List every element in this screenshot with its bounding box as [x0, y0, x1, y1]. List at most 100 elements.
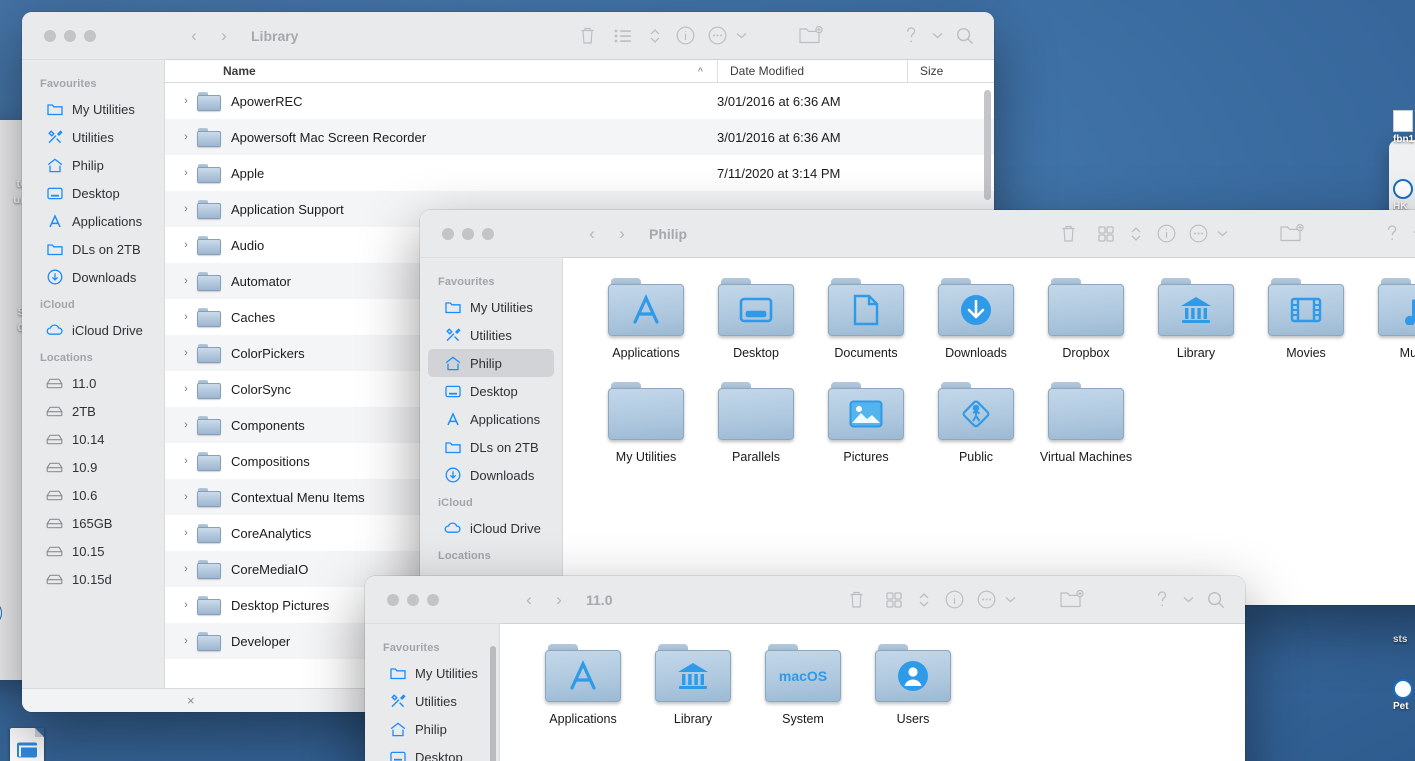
- disclosure-triangle-icon[interactable]: ›: [175, 635, 197, 647]
- folder-item[interactable]: Movies: [1251, 278, 1361, 360]
- folder-item[interactable]: Documents: [811, 278, 921, 360]
- folder-item[interactable]: Library: [638, 644, 748, 726]
- sidebar-item-disk-10-14[interactable]: 10.14: [30, 425, 156, 453]
- icon-view-icon[interactable]: [875, 592, 913, 608]
- disclosure-triangle-icon[interactable]: ›: [175, 563, 197, 575]
- desktop-mail-document[interactable]: [4, 728, 50, 761]
- back-button[interactable]: ‹: [577, 224, 607, 244]
- disclosure-triangle-icon[interactable]: ›: [175, 599, 197, 611]
- actions-chevron-down-icon[interactable]: [730, 32, 752, 39]
- forward-button[interactable]: ›: [209, 26, 239, 46]
- sidebar-item-disk-2tb[interactable]: 2TB: [30, 397, 156, 425]
- disclosure-triangle-icon[interactable]: ›: [175, 95, 197, 107]
- sidebar-item-utilities[interactable]: Utilities: [30, 123, 156, 151]
- folder-item[interactable]: Virtual Machines: [1031, 382, 1141, 464]
- trash-icon[interactable]: [837, 590, 875, 609]
- disclosure-triangle-icon[interactable]: ›: [175, 239, 197, 251]
- help-chevron-down-icon[interactable]: [1175, 596, 1201, 603]
- folder-item[interactable]: Public: [921, 382, 1031, 464]
- sidebar-item-utilities[interactable]: Utilities: [373, 687, 491, 715]
- folder-item[interactable]: Music: [1361, 278, 1415, 360]
- sidebar-item-desktop[interactable]: Desktop: [428, 377, 554, 405]
- search-icon[interactable]: [950, 27, 980, 45]
- folder-item[interactable]: Dropbox: [1031, 278, 1141, 360]
- disclosure-triangle-icon[interactable]: ›: [175, 455, 197, 467]
- minimize-button[interactable]: [407, 594, 419, 606]
- folder-item[interactable]: Downloads: [921, 278, 1031, 360]
- folder-item[interactable]: Desktop: [701, 278, 811, 360]
- help-chevron-down-icon[interactable]: [924, 32, 950, 39]
- sidebar-item-applications[interactable]: Applications: [428, 405, 554, 433]
- actions-chevron-down-icon[interactable]: [999, 596, 1021, 603]
- forward-button[interactable]: ›: [544, 590, 574, 610]
- disclosure-triangle-icon[interactable]: ›: [175, 275, 197, 287]
- help-chevron-down-icon[interactable]: [1405, 230, 1415, 237]
- close-button[interactable]: [387, 594, 399, 606]
- close-icon[interactable]: ×: [187, 693, 195, 708]
- disclosure-triangle-icon[interactable]: ›: [175, 131, 197, 143]
- disclosure-triangle-icon[interactable]: ›: [175, 167, 197, 179]
- disclosure-triangle-icon[interactable]: ›: [175, 203, 197, 215]
- search-icon[interactable]: [1201, 591, 1231, 609]
- folder-item[interactable]: Applications: [591, 278, 701, 360]
- sort-icon[interactable]: [644, 27, 666, 45]
- sidebar-item-philip[interactable]: Philip: [30, 151, 156, 179]
- zoom-button[interactable]: [84, 30, 96, 42]
- table-row[interactable]: ›Apowersoft Mac Screen Recorder3/01/2016…: [165, 119, 994, 155]
- sidebar-item-downloads[interactable]: Downloads: [428, 461, 554, 489]
- desktop-item[interactable]: Pet: [1393, 679, 1415, 712]
- disclosure-triangle-icon[interactable]: ›: [175, 311, 197, 323]
- column-header-size[interactable]: Size: [907, 60, 994, 82]
- sidebar-item-disk-10-15[interactable]: 10.15: [30, 537, 156, 565]
- close-button[interactable]: [44, 30, 56, 42]
- folder-item[interactable]: Library: [1141, 278, 1251, 360]
- trash-icon[interactable]: [568, 26, 606, 45]
- new-folder-icon[interactable]: [1055, 590, 1089, 609]
- column-header-name[interactable]: Name ^: [165, 60, 717, 82]
- info-icon[interactable]: [666, 26, 704, 45]
- folder-item[interactable]: Users: [858, 644, 968, 726]
- table-row[interactable]: ›Apple7/11/2020 at 3:14 PM: [165, 155, 994, 191]
- actions-icon[interactable]: [973, 590, 999, 609]
- disclosure-triangle-icon[interactable]: ›: [175, 527, 197, 539]
- sidebar-item-dls-on-2tb[interactable]: DLs on 2TB: [30, 235, 156, 263]
- minimize-button[interactable]: [462, 228, 474, 240]
- back-button[interactable]: ‹: [179, 26, 209, 46]
- table-row[interactable]: ›ApowerREC3/01/2016 at 6:36 AM: [165, 83, 994, 119]
- desktop-item[interactable]: sts: [1393, 634, 1415, 645]
- sidebar-item-philip[interactable]: Philip: [428, 349, 554, 377]
- folder-item[interactable]: Applications: [528, 644, 638, 726]
- sidebar-item-philip[interactable]: Philip: [373, 715, 491, 743]
- zoom-button[interactable]: [482, 228, 494, 240]
- vertical-scrollbar[interactable]: [984, 90, 991, 200]
- actions-chevron-down-icon[interactable]: [1211, 230, 1233, 237]
- sidebar-item-my-utilities[interactable]: My Utilities: [428, 293, 554, 321]
- disclosure-triangle-icon[interactable]: ›: [175, 491, 197, 503]
- sidebar-item-icloud-drive[interactable]: iCloud Drive: [428, 514, 554, 542]
- sidebar-item-disk-10-15d[interactable]: 10.15d: [30, 565, 156, 593]
- sidebar-item-dls-on-2tb[interactable]: DLs on 2TB: [428, 433, 554, 461]
- column-header-date-modified[interactable]: Date Modified: [717, 60, 907, 82]
- sidebar-item-desktop[interactable]: Desktop: [30, 179, 156, 207]
- new-folder-icon[interactable]: [794, 26, 828, 45]
- list-view-icon[interactable]: [606, 29, 644, 43]
- trash-icon[interactable]: [1049, 224, 1087, 243]
- disclosure-triangle-icon[interactable]: ›: [175, 347, 197, 359]
- finder-window-drive[interactable]: ‹ › 11.0: [365, 576, 1245, 761]
- sort-icon[interactable]: [913, 591, 935, 609]
- disclosure-triangle-icon[interactable]: ›: [175, 419, 197, 431]
- new-folder-icon[interactable]: [1275, 224, 1309, 243]
- help-icon[interactable]: [1149, 590, 1175, 609]
- forward-button[interactable]: ›: [607, 224, 637, 244]
- folder-item[interactable]: Parallels: [701, 382, 811, 464]
- minimize-button[interactable]: [64, 30, 76, 42]
- help-icon[interactable]: [1379, 224, 1405, 243]
- finder-window-philip[interactable]: ‹ › Philip: [420, 210, 1415, 605]
- sidebar-scrollbar[interactable]: [490, 646, 496, 761]
- desktop-item[interactable]: HK: [1393, 179, 1415, 212]
- sidebar-item-my-utilities[interactable]: My Utilities: [30, 95, 156, 123]
- sidebar-item-applications[interactable]: Applications: [30, 207, 156, 235]
- sidebar-item-disk-165gb[interactable]: 165GB: [30, 509, 156, 537]
- sidebar-item-icloud-drive[interactable]: iCloud Drive: [30, 316, 156, 344]
- icon-view-icon[interactable]: [1087, 226, 1125, 242]
